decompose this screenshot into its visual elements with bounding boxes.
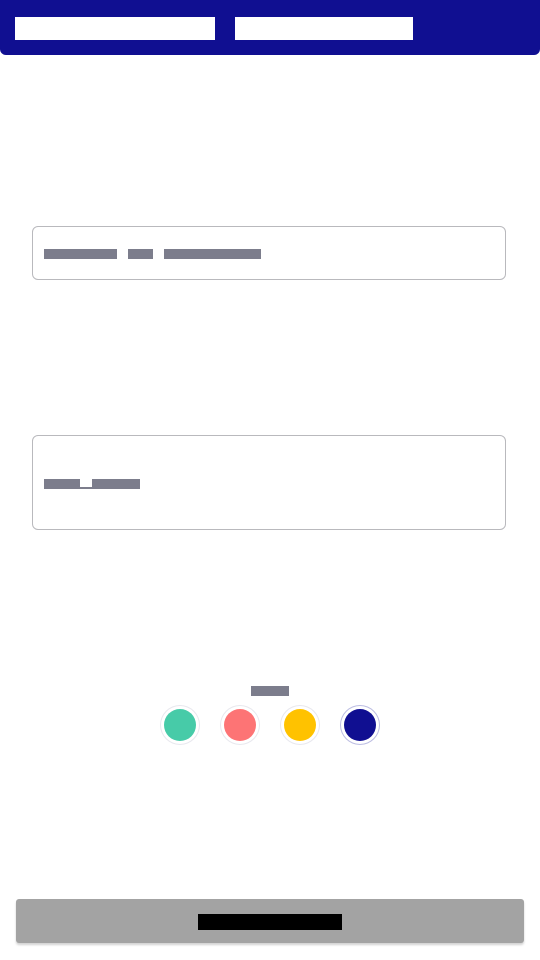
header-subtitle-redacted — [235, 17, 413, 40]
color-picker — [160, 705, 382, 747]
description-input[interactable] — [32, 435, 506, 530]
submit-button[interactable] — [16, 899, 524, 943]
description-input-placeholder-word-1 — [44, 479, 80, 489]
color-swatch-coral-dot — [224, 709, 256, 741]
color-swatch-yellow[interactable] — [280, 705, 320, 745]
title-input-placeholder-word-1 — [44, 249, 117, 259]
title-input-placeholder-word-3 — [164, 249, 261, 259]
header-title-redacted — [15, 17, 215, 40]
color-swatch-coral[interactable] — [220, 705, 260, 745]
color-swatch-teal[interactable] — [160, 705, 200, 745]
color-swatch-navy[interactable] — [340, 705, 380, 745]
top-app-bar — [0, 0, 540, 55]
submit-button-label-redacted — [198, 914, 342, 930]
color-picker-label — [251, 686, 289, 696]
color-swatch-yellow-dot — [284, 709, 316, 741]
title-input[interactable] — [32, 226, 506, 280]
description-input-placeholder-word-2 — [92, 479, 140, 489]
description-input-placeholder-underscore — [80, 487, 92, 489]
color-swatch-navy-dot — [344, 709, 376, 741]
color-swatch-teal-dot — [164, 709, 196, 741]
title-input-placeholder-word-2 — [128, 249, 153, 259]
screen — [0, 0, 540, 960]
